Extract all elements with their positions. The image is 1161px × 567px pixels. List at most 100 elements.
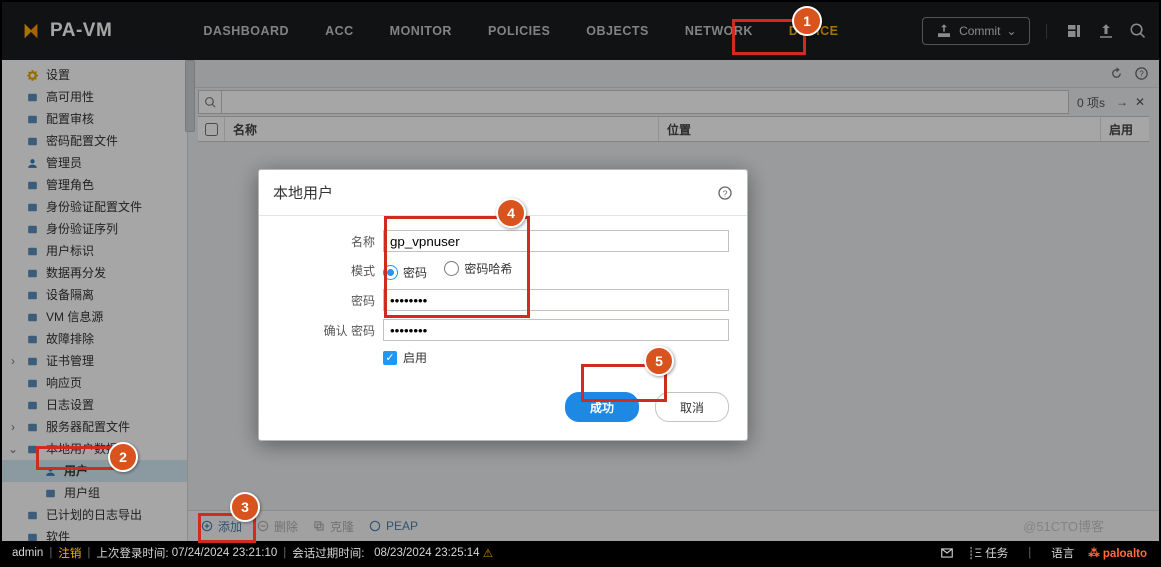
sidebar-item-10[interactable]: 设备隔离 <box>2 284 187 306</box>
main-toolbar: ? <box>188 60 1159 88</box>
export-icon <box>24 508 40 522</box>
enable-checkbox[interactable]: ✓启用 <box>383 349 427 366</box>
tag-icon <box>24 244 40 258</box>
confirm-password-field[interactable] <box>383 319 729 341</box>
dialog-help-icon[interactable]: ? <box>717 185 733 201</box>
sidebar-item-15[interactable]: 日志设置 <box>2 394 187 416</box>
sidebar-item-label: VM 信息源 <box>46 308 103 326</box>
session-label: 会话过期时间: <box>292 545 364 561</box>
tab-policies[interactable]: POLICIES <box>470 2 568 60</box>
last-login-value: 07/24/2024 23:21:10 <box>172 547 278 559</box>
sidebar-item-label: 管理员 <box>46 154 82 172</box>
clone-button[interactable]: 克隆 <box>312 518 354 535</box>
cert-icon <box>24 354 40 368</box>
callout-2: 2 <box>108 442 138 472</box>
session-value: 08/23/2024 23:25:14 <box>374 547 480 559</box>
refresh-icon[interactable] <box>1109 66 1124 81</box>
search-icon[interactable] <box>198 90 221 114</box>
sidebar-item-14[interactable]: 响应页 <box>2 372 187 394</box>
sidebar-item-9[interactable]: 数据再分发 <box>2 262 187 284</box>
expand-icon[interactable]: ⌄ <box>8 440 18 458</box>
next-icon[interactable]: → <box>1113 95 1131 109</box>
sidebar-item-13[interactable]: › 证书管理 <box>2 350 187 372</box>
status-right: ┊Ξ 任务 | 语言 ⁂ paloalto <box>940 545 1147 561</box>
brand: PA-VM <box>2 20 130 42</box>
sidebar-item-19[interactable]: 用户组 <box>2 482 187 504</box>
col-location[interactable]: 位置 <box>659 117 1101 141</box>
peap-button[interactable]: PEAP <box>368 519 418 533</box>
sidebar-item-8[interactable]: 用户标识 <box>2 240 187 262</box>
help-icon[interactable]: ? <box>1134 66 1149 81</box>
sidebar-item-20[interactable]: 已计划的日志导出 <box>2 504 187 526</box>
expand-icon[interactable]: › <box>8 352 18 370</box>
sidebar-item-5[interactable]: 管理角色 <box>2 174 187 196</box>
sidebar-item-label: 故障排除 <box>46 330 94 348</box>
vendor-logo: ⁂ paloalto <box>1088 546 1147 560</box>
search-icon[interactable] <box>1129 22 1147 40</box>
sidebar-item-label: 管理角色 <box>46 176 94 194</box>
logout-link[interactable]: 注销 <box>58 545 81 561</box>
tab-dashboard[interactable]: DASHBOARD <box>185 2 307 60</box>
gear-icon <box>24 68 40 82</box>
sidebar-item-7[interactable]: 身份验证序列 <box>2 218 187 240</box>
mail-icon[interactable] <box>940 546 954 560</box>
clone-label: 克隆 <box>330 518 354 535</box>
tasks-link[interactable]: ┊Ξ 任务 <box>968 545 1009 561</box>
role-icon <box>24 178 40 192</box>
last-login-label: 上次登录时间: <box>96 545 168 561</box>
vm-icon <box>24 310 40 324</box>
sidebar-item-11[interactable]: VM 信息源 <box>2 306 187 328</box>
tab-acc[interactable]: ACC <box>307 2 372 60</box>
sidebar-item-label: 用户组 <box>64 484 100 502</box>
sidebar-item-label: 响应页 <box>46 374 82 392</box>
tab-objects[interactable]: OBJECTS <box>568 2 667 60</box>
select-all-checkbox[interactable] <box>205 123 218 136</box>
clear-icon[interactable]: ✕ <box>1131 95 1149 109</box>
sidebar-item-4[interactable]: 管理员 <box>2 152 187 174</box>
sidebar-item-3[interactable]: 密码配置文件 <box>2 130 187 152</box>
quarantine-icon <box>24 288 40 302</box>
divider: │ <box>1044 24 1052 38</box>
sidebar-item-12[interactable]: 故障排除 <box>2 328 187 350</box>
result-count: 0 项s <box>1069 94 1113 111</box>
sidebar-item-label: 用户标识 <box>46 242 94 260</box>
name-label: 名称 <box>277 233 383 250</box>
col-enable[interactable]: 启用 <box>1101 117 1149 141</box>
dialog-title: 本地用户 <box>273 182 333 203</box>
sidebar-item-0[interactable]: 设置 <box>2 64 187 86</box>
software-icon <box>24 530 40 541</box>
response-icon <box>24 376 40 390</box>
sidebar-item-1[interactable]: 高可用性 <box>2 86 187 108</box>
search-input[interactable] <box>221 90 1069 114</box>
export-icon[interactable] <box>1097 22 1115 40</box>
tab-monitor[interactable]: MONITOR <box>372 2 470 60</box>
sidebar-item-label: 身份验证配置文件 <box>46 198 142 216</box>
svg-text:?: ? <box>1139 70 1144 79</box>
delete-button[interactable]: 删除 <box>256 518 298 535</box>
commit-button[interactable]: Commit ⌄ <box>922 17 1029 45</box>
sidebar-item-label: 软件 <box>46 528 70 541</box>
peap-icon <box>368 519 382 533</box>
sidebar-item-16[interactable]: ›服务器配置文件 <box>2 416 187 438</box>
sidebar-item-2[interactable]: 配置审核 <box>2 108 187 130</box>
user-icon <box>24 156 40 170</box>
col-name[interactable]: 名称 <box>225 117 659 141</box>
col-select[interactable] <box>198 117 225 141</box>
callout-box-2 <box>36 446 118 470</box>
sidebar-item-21[interactable]: 软件 <box>2 526 187 541</box>
auth-icon <box>24 200 40 214</box>
delete-label: 删除 <box>274 518 298 535</box>
audit-icon <box>24 112 40 126</box>
sidebar-item-6[interactable]: 身份验证配置文件 <box>2 196 187 218</box>
status-bar: admin | 注销 | 上次登录时间: 07/24/2024 23:21:10… <box>2 541 1159 565</box>
sidebar-item-label: 证书管理 <box>46 352 94 370</box>
commit-label: Commit <box>959 24 1000 38</box>
language-link[interactable]: 语言 <box>1051 545 1074 561</box>
log-icon <box>24 398 40 412</box>
sidebar-resize-handle[interactable] <box>185 60 195 132</box>
top-bar: PA-VM DASHBOARD ACC MONITOR POLICIES OBJ… <box>2 2 1159 60</box>
expand-icon[interactable]: › <box>8 418 18 436</box>
status-user: admin <box>12 547 43 559</box>
grid-header: 名称 位置 启用 <box>198 116 1149 142</box>
config-icon[interactable] <box>1065 22 1083 40</box>
